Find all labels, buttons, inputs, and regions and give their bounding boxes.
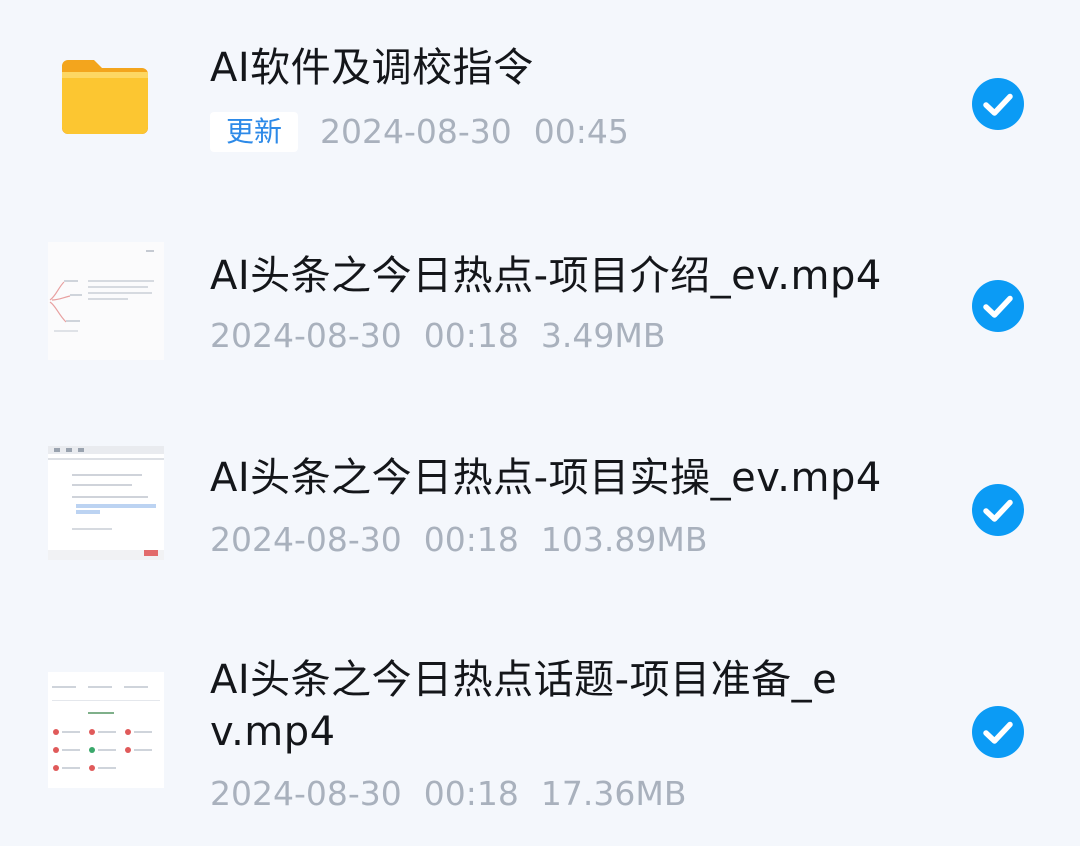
- list-item[interactable]: AI头条之今日热点-项目介绍_ev.mp4 2024-08-30 00:18 3.4…: [0, 206, 1080, 410]
- file-date: 2024-08-30: [210, 520, 402, 559]
- selected-check-icon[interactable]: [972, 706, 1024, 758]
- file-title: AI头条之今日热点-项目实操_ev.mp4: [210, 455, 882, 501]
- file-title: AI头条之今日热点话题-项目准备_ev.mp4: [210, 657, 838, 755]
- file-meta: 2024-08-30 00:18 103.89MB: [210, 520, 729, 560]
- file-time: 00:18: [423, 316, 519, 355]
- file-title: AI软件及调校指令: [210, 45, 534, 91]
- file-title: AI头条之今日热点-项目介绍_ev.mp4: [210, 253, 882, 299]
- folder-icon: [62, 56, 148, 134]
- selected-check-icon[interactable]: [972, 280, 1024, 332]
- file-size: 3.49MB: [540, 316, 666, 355]
- file-size: 17.36MB: [540, 774, 687, 813]
- file-time: 00:45: [533, 112, 629, 151]
- grid-video-thumbnail: [48, 672, 164, 788]
- file-time: 00:18: [423, 774, 519, 813]
- list-item[interactable]: AI头条之今日热点话题-项目准备_ev.mp4 2024-08-30 00:18 1…: [0, 620, 1080, 846]
- file-list: AI软件及调校指令 更新 2024-08-30 00:45 AI头条之今日热点-项: [0, 0, 1080, 846]
- mindmap-video-thumbnail: [48, 242, 164, 360]
- update-badge: 更新: [210, 112, 299, 152]
- file-meta: 2024-08-30 00:18 17.36MB: [210, 774, 708, 814]
- file-meta: 2024-08-30 00:18 3.49MB: [210, 316, 687, 356]
- file-size: 103.89MB: [540, 520, 708, 559]
- file-date: 2024-08-30: [320, 112, 512, 151]
- file-time: 00:18: [423, 520, 519, 559]
- document-video-thumbnail: [48, 446, 164, 560]
- list-item[interactable]: AI软件及调校指令 更新 2024-08-30 00:45: [0, 0, 1080, 206]
- selected-check-icon[interactable]: [972, 78, 1024, 130]
- file-date: 2024-08-30: [210, 774, 402, 813]
- file-meta: 更新 2024-08-30 00:45: [210, 112, 651, 152]
- list-item[interactable]: AI头条之今日热点-项目实操_ev.mp4 2024-08-30 00:18 103…: [0, 410, 1080, 620]
- file-date: 2024-08-30: [210, 316, 402, 355]
- selected-check-icon[interactable]: [972, 484, 1024, 536]
